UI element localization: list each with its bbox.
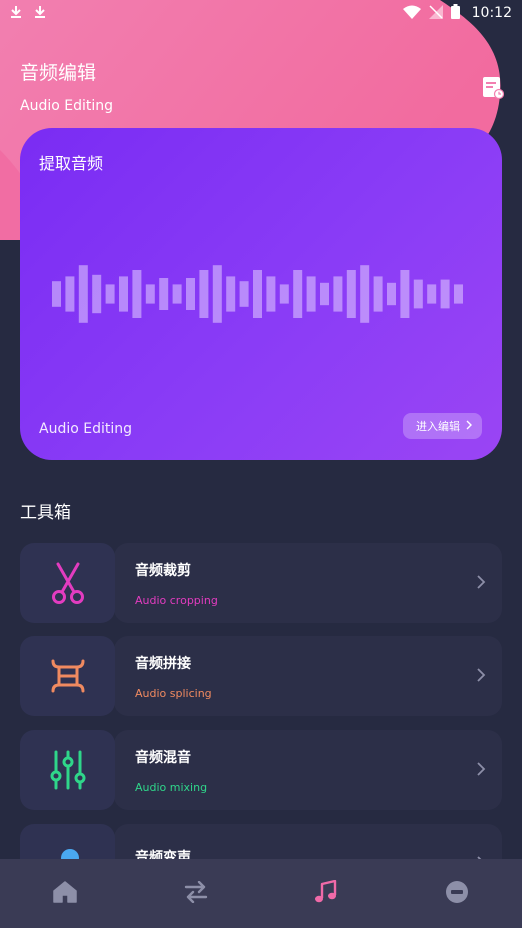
splice-icon	[20, 636, 115, 716]
download-icon	[10, 4, 22, 23]
tool-subtitle: Audio splicing	[135, 686, 212, 700]
enter-edit-button[interactable]: 进入编辑	[403, 413, 482, 439]
waveform-bar	[92, 274, 102, 314]
waveform-bar	[145, 284, 155, 304]
waveform-bar	[186, 278, 195, 310]
waveform-bar	[78, 265, 88, 323]
waveform-bar	[360, 265, 370, 323]
bottom-navigation	[0, 859, 522, 928]
waveform-bar	[239, 281, 249, 307]
waveform-bar	[159, 278, 169, 310]
profile-icon	[445, 880, 469, 908]
home-icon	[53, 880, 77, 907]
music-note-icon	[314, 879, 338, 908]
waveform-bar	[253, 270, 262, 318]
tool-subtitle: Audio cropping	[135, 593, 218, 607]
waveform-bar	[427, 284, 437, 304]
waveform-bar	[132, 270, 142, 318]
toolbox-title: 工具箱	[20, 503, 71, 523]
chevron-right-icon	[466, 420, 472, 433]
extract-audio-card[interactable]: 提取音频 Audio Editing 进入编辑	[20, 128, 502, 460]
waveform-bar	[65, 276, 75, 312]
nav-home[interactable]	[35, 864, 95, 924]
nav-audio[interactable]	[296, 864, 356, 924]
waveform-bar	[333, 276, 343, 312]
page-title: 音频编辑	[20, 62, 97, 84]
tool-subtitle: Audio mixing	[135, 780, 208, 794]
waveform-bar	[52, 281, 61, 307]
status-bar: 10:12	[0, 0, 522, 26]
waveform-bar	[400, 270, 410, 318]
waveform-bar	[440, 279, 450, 309]
audio-waveform	[52, 265, 463, 323]
enter-edit-label: 进入编辑	[416, 420, 460, 433]
waveform-bar	[266, 276, 276, 312]
waveform-bar	[172, 284, 182, 304]
mixer-sliders-icon	[20, 730, 115, 810]
waveform-bar	[413, 279, 423, 309]
wifi-icon	[402, 4, 421, 23]
chevron-right-icon	[476, 760, 486, 778]
battery-icon	[450, 3, 460, 23]
scissors-icon	[20, 543, 115, 623]
hero-footer-text: Audio Editing	[39, 421, 133, 437]
waveform-bar	[373, 276, 383, 312]
waveform-bar	[454, 284, 463, 304]
tool-item-audio-mixing[interactable]: 音频混音 Audio mixing	[20, 730, 502, 810]
page-subtitle: Audio Editing	[20, 98, 114, 114]
waveform-bar	[387, 282, 396, 306]
chevron-right-icon	[476, 666, 486, 684]
nav-profile[interactable]	[427, 864, 487, 924]
tool-item-audio-cropping[interactable]: 音频裁剪 Audio cropping	[20, 543, 502, 623]
chevron-right-icon	[476, 573, 486, 591]
waveform-bar	[212, 265, 222, 323]
status-time: 10:12	[471, 5, 512, 21]
tool-name: 音频混音	[135, 749, 191, 766]
waveform-bar	[105, 284, 115, 304]
tool-name: 音频裁剪	[135, 562, 191, 579]
waveform-bar	[119, 276, 128, 312]
waveform-bar	[293, 270, 303, 318]
swap-arrows-icon	[184, 880, 208, 907]
hero-title: 提取音频	[39, 154, 104, 173]
waveform-bar	[279, 284, 289, 304]
nav-convert[interactable]	[166, 864, 226, 924]
tool-item-audio-splicing[interactable]: 音频拼接 Audio splicing	[20, 636, 502, 716]
waveform-bar	[199, 270, 209, 318]
waveform-bar	[226, 276, 236, 312]
no-signal-icon	[428, 4, 443, 23]
tool-name: 音频拼接	[135, 655, 191, 672]
waveform-bar	[306, 276, 316, 312]
waveform-bar	[320, 282, 329, 306]
waveform-bar	[346, 270, 356, 318]
document-history-icon[interactable]	[482, 76, 505, 100]
download-icon	[34, 4, 46, 23]
